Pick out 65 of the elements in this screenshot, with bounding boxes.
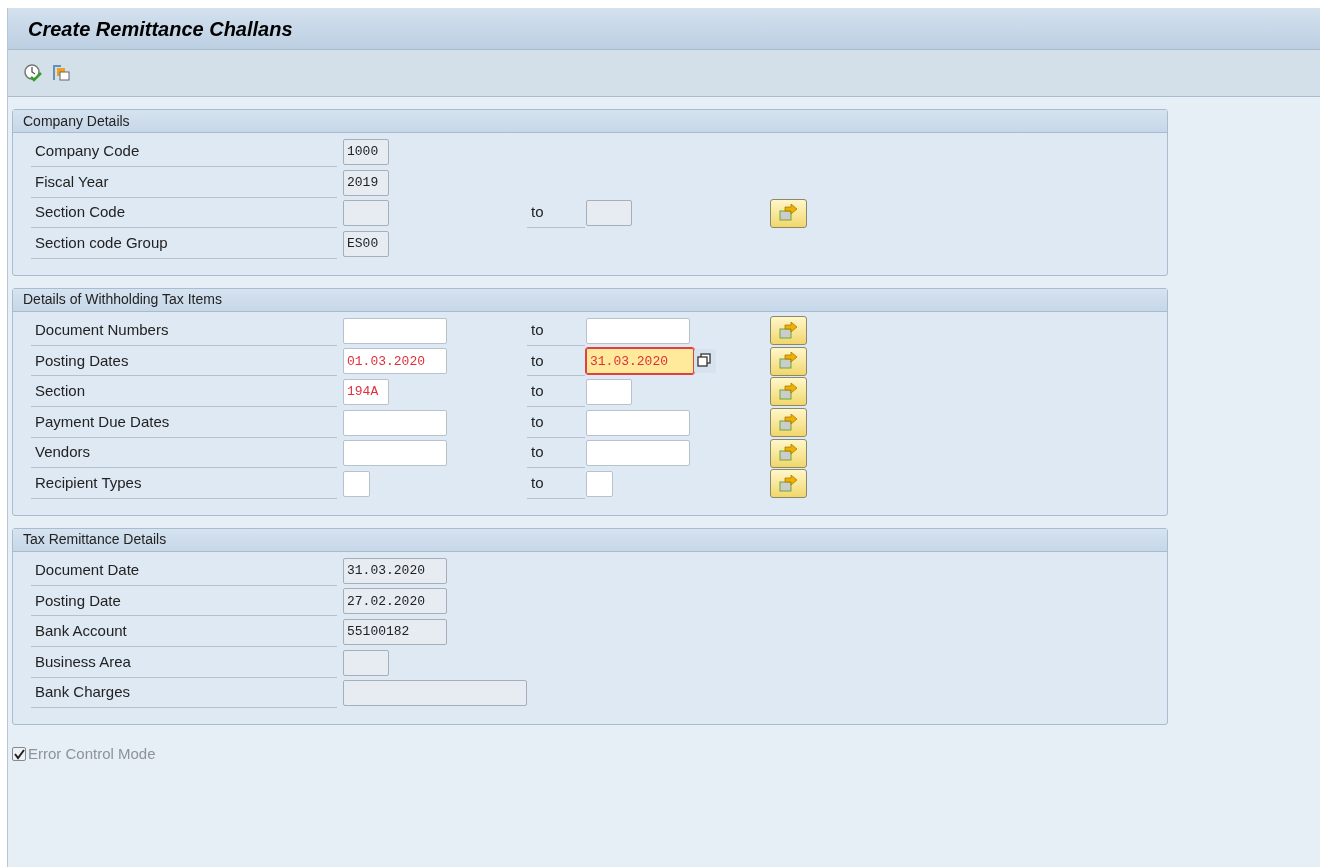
input-field[interactable]: [343, 200, 389, 227]
multiple-selection-button[interactable]: [770, 438, 807, 468]
field-label: Section: [31, 376, 337, 407]
input-field[interactable]: [586, 200, 632, 227]
input-field[interactable]: [343, 649, 389, 676]
arrow-icon: [778, 382, 799, 401]
group-title: Tax Remittance Details: [13, 528, 1167, 552]
input-field[interactable]: [586, 409, 690, 436]
arrow-icon: [778, 204, 799, 223]
range-label: to: [527, 376, 585, 407]
multiple-selection-button[interactable]: [770, 469, 807, 499]
arrow-icon: [778, 444, 799, 463]
range-label: to: [527, 407, 585, 438]
multiple-selection-button[interactable]: [770, 198, 807, 228]
multiple-selection-button[interactable]: [770, 408, 807, 438]
arrow-icon: [778, 321, 799, 340]
field-label: Vendors: [31, 438, 337, 469]
checkbox-label: Error Control Mode: [28, 744, 156, 765]
arrow-icon: [778, 352, 799, 371]
value-help-icon[interactable]: [694, 349, 716, 374]
input-field[interactable]: 2019: [343, 169, 389, 196]
group-title: Details of Withholding Tax Items: [13, 288, 1167, 312]
multiple-selection-button[interactable]: [770, 316, 807, 346]
range-label: to: [527, 438, 585, 469]
field-label: Posting Dates: [31, 346, 337, 377]
input-field[interactable]: [343, 317, 447, 344]
input-field[interactable]: 31.03.2020: [586, 348, 694, 375]
field-label: Section code Group: [31, 228, 337, 259]
input-field[interactable]: [586, 317, 690, 344]
arrow-icon: [778, 474, 799, 493]
input-field[interactable]: 01.03.2020: [343, 348, 447, 375]
range-label: to: [527, 198, 585, 229]
window-title: Create Remittance Challans: [28, 16, 293, 42]
field-label: Document Date: [31, 555, 337, 586]
input-field[interactable]: [586, 378, 632, 405]
arrow-icon: [778, 413, 799, 432]
group-title: Company Details: [13, 110, 1167, 133]
multiple-selection-button[interactable]: [770, 377, 807, 407]
field-label: Posting Date: [31, 586, 337, 617]
field-label: Section Code: [31, 198, 337, 229]
range-label: to: [527, 315, 585, 346]
field-label: Document Numbers: [31, 315, 337, 346]
input-field[interactable]: [343, 470, 370, 497]
input-field[interactable]: [343, 409, 447, 436]
field-label: Bank Charges: [31, 678, 337, 709]
field-label: Business Area: [31, 647, 337, 678]
field-label: Recipient Types: [31, 468, 337, 499]
input-field[interactable]: 1000: [343, 139, 389, 165]
field-label: Company Code: [31, 137, 337, 167]
input-field[interactable]: 31.03.2020: [343, 557, 447, 584]
copy-icon[interactable]: [50, 62, 72, 84]
input-field[interactable]: 27.02.2020: [343, 588, 447, 615]
input-field[interactable]: [343, 440, 447, 467]
multiple-selection-button[interactable]: [770, 346, 807, 376]
range-label: to: [527, 468, 585, 499]
execute-icon[interactable]: [22, 62, 44, 84]
input-field[interactable]: [586, 470, 613, 497]
input-field[interactable]: [586, 440, 690, 467]
field-label: Bank Account: [31, 616, 337, 647]
input-field[interactable]: 194A: [343, 378, 389, 405]
field-label: Fiscal Year: [31, 167, 337, 198]
input-field[interactable]: 55100182: [343, 618, 447, 645]
field-label: Payment Due Dates: [31, 407, 337, 438]
input-field[interactable]: [343, 680, 527, 707]
input-field[interactable]: ES00: [343, 230, 389, 257]
